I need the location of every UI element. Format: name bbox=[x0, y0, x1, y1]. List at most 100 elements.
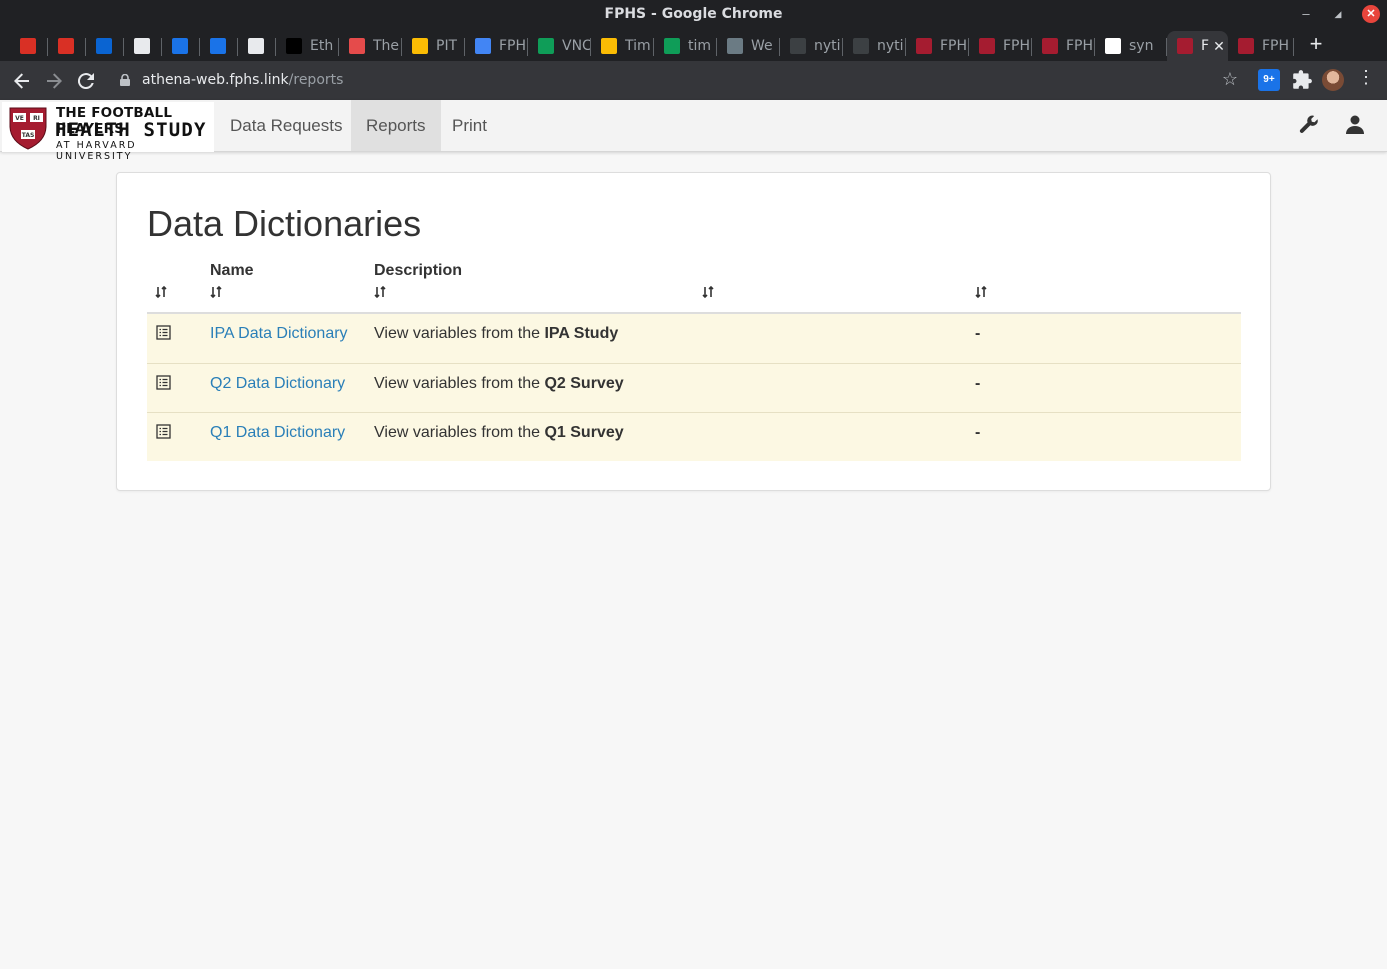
outlook-icon bbox=[96, 38, 112, 54]
tab-title: We bbox=[751, 38, 773, 54]
harvard-icon bbox=[1042, 38, 1058, 54]
row-extra-value: - bbox=[975, 325, 981, 342]
browser-tab[interactable]: The bbox=[339, 31, 402, 61]
browser-tab[interactable] bbox=[238, 31, 276, 61]
data-dictionary-link[interactable]: IPA Data Dictionary bbox=[210, 325, 348, 343]
data-dictionary-link[interactable]: Q1 Data Dictionary bbox=[210, 424, 345, 442]
page-title: Data Dictionaries bbox=[147, 203, 422, 244]
brand-logo[interactable]: VE RI TAS THE FOOTBALL PLAYERS HEALTH ST… bbox=[2, 102, 214, 162]
nav-print[interactable]: Print bbox=[437, 100, 502, 151]
browser-tab[interactable]: Eth bbox=[276, 31, 339, 61]
browser-tab[interactable]: FPH bbox=[1228, 31, 1294, 61]
browser-tab[interactable] bbox=[124, 31, 162, 61]
sort-column-4-icon[interactable] bbox=[702, 285, 714, 299]
close-window-button[interactable]: ✕ bbox=[1362, 5, 1380, 23]
sort-name-icon[interactable] bbox=[210, 285, 222, 299]
tab-title: nyti bbox=[814, 38, 841, 54]
sheets-icon bbox=[664, 38, 680, 54]
description-text: View variables from the bbox=[374, 424, 545, 441]
tab-title: FPH bbox=[1066, 38, 1094, 54]
browser-tab[interactable]: nyti bbox=[780, 31, 843, 61]
calendar-icon bbox=[172, 38, 188, 54]
extensions-puzzle-icon[interactable] bbox=[1291, 69, 1313, 91]
tab-title: tim bbox=[688, 38, 712, 54]
extension-badge-icon[interactable]: 9+ bbox=[1258, 69, 1280, 91]
browser-tab[interactable]: nyti bbox=[843, 31, 906, 61]
browser-tab[interactable]: FPH bbox=[1032, 31, 1095, 61]
user-account-icon[interactable] bbox=[1346, 115, 1364, 134]
browser-tab[interactable] bbox=[48, 31, 86, 61]
github-icon bbox=[790, 38, 806, 54]
shield-text-ve: VE bbox=[15, 115, 24, 122]
description-bold-text: Q2 Survey bbox=[544, 375, 624, 392]
browser-tab[interactable]: tim bbox=[654, 31, 717, 61]
bookmark-star-icon[interactable]: ☆ bbox=[1222, 69, 1238, 90]
browser-tab[interactable] bbox=[86, 31, 124, 61]
profile-avatar[interactable] bbox=[1322, 69, 1344, 91]
browser-toolbar: athena-web.fphs.link/reports ☆ 9+ ⋮ bbox=[0, 61, 1387, 100]
list-document-icon[interactable] bbox=[156, 375, 171, 390]
harvard-icon bbox=[916, 38, 932, 54]
row-description: View variables from the IPA Study bbox=[374, 325, 618, 343]
tab-title: FPH bbox=[940, 38, 968, 54]
address-bar[interactable]: athena-web.fphs.link/reports ☆ bbox=[110, 66, 1250, 95]
drive-icon bbox=[601, 38, 617, 54]
ii-icon bbox=[286, 38, 302, 54]
browser-tab[interactable]: syn bbox=[1095, 31, 1167, 61]
chrome-menu-icon[interactable]: ⋮ bbox=[1357, 67, 1375, 88]
sort-icon[interactable] bbox=[155, 285, 167, 299]
sheets-icon bbox=[538, 38, 554, 54]
github-icon bbox=[853, 38, 869, 54]
nav-reports[interactable]: Reports bbox=[351, 100, 441, 151]
tab-strip: Eth The PIT FPH VNC Tim tim We nyti nyti FPH FPH FPH… bbox=[0, 29, 1387, 61]
list-document-icon[interactable] bbox=[156, 325, 171, 340]
tab-title: F bbox=[1201, 38, 1210, 54]
forward-button[interactable] bbox=[42, 69, 66, 93]
browser-tab[interactable]: We bbox=[717, 31, 780, 61]
browser-tab[interactable]: F ✕ bbox=[1167, 31, 1228, 61]
description-bold-text: IPA Study bbox=[544, 325, 619, 342]
back-button[interactable] bbox=[10, 69, 34, 93]
minimize-button[interactable]: – bbox=[1297, 5, 1315, 23]
data-dictionaries-panel: Data Dictionaries Name Description IPA D… bbox=[116, 172, 1271, 491]
description-text: View variables from the bbox=[374, 375, 545, 392]
description-bold-text: Q1 Survey bbox=[544, 424, 624, 441]
browser-tab[interactable]: VNC bbox=[528, 31, 591, 61]
reload-button[interactable] bbox=[74, 69, 98, 93]
reader-icon bbox=[134, 38, 150, 54]
url-text: athena-web.fphs.link/reports bbox=[142, 72, 343, 88]
docs-icon bbox=[475, 38, 491, 54]
browser-tab[interactable] bbox=[200, 31, 238, 61]
new-tab-button[interactable]: + bbox=[1304, 32, 1328, 56]
row-description: View variables from the Q1 Survey bbox=[374, 424, 624, 442]
tab-title: nyti bbox=[877, 38, 904, 54]
table-row: Q2 Data Dictionary View variables from th… bbox=[147, 363, 1241, 412]
tab-title: VNC bbox=[562, 38, 591, 54]
list-document-icon[interactable] bbox=[156, 424, 171, 439]
tab-close-icon[interactable]: ✕ bbox=[1213, 38, 1225, 55]
browser-tab[interactable] bbox=[162, 31, 200, 61]
browser-tab[interactable]: FPH bbox=[465, 31, 528, 61]
window-title: FPHS - Google Chrome bbox=[604, 6, 783, 22]
gmail-icon bbox=[58, 38, 74, 54]
nav-data-requests[interactable]: Data Requests bbox=[215, 100, 357, 151]
browser-tab[interactable]: PIT bbox=[402, 31, 465, 61]
browser-tab[interactable]: FPH bbox=[969, 31, 1032, 61]
tab-separator bbox=[1293, 38, 1294, 56]
browser-tab[interactable] bbox=[10, 31, 48, 61]
row-extra-value: - bbox=[975, 424, 981, 441]
restore-button[interactable]: ◢ bbox=[1329, 5, 1347, 23]
data-dictionary-link[interactable]: Q2 Data Dictionary bbox=[210, 375, 345, 393]
column-header-name: Name bbox=[210, 262, 254, 279]
tab-title: The bbox=[373, 38, 400, 54]
sort-description-icon[interactable] bbox=[374, 285, 386, 299]
gmail-icon bbox=[20, 38, 36, 54]
browser-tab[interactable]: Tim bbox=[591, 31, 654, 61]
brand-line2: HEALTH STUDY bbox=[55, 119, 207, 141]
brand-line3: AT HARVARD UNIVERSITY bbox=[56, 140, 137, 162]
nyt-icon bbox=[727, 38, 743, 54]
sort-column-5-icon[interactable] bbox=[975, 285, 987, 299]
browser-tab[interactable]: FPH bbox=[906, 31, 969, 61]
wrench-icon[interactable] bbox=[1299, 115, 1319, 135]
table-row: Q1 Data Dictionary View variables from th… bbox=[147, 412, 1241, 461]
